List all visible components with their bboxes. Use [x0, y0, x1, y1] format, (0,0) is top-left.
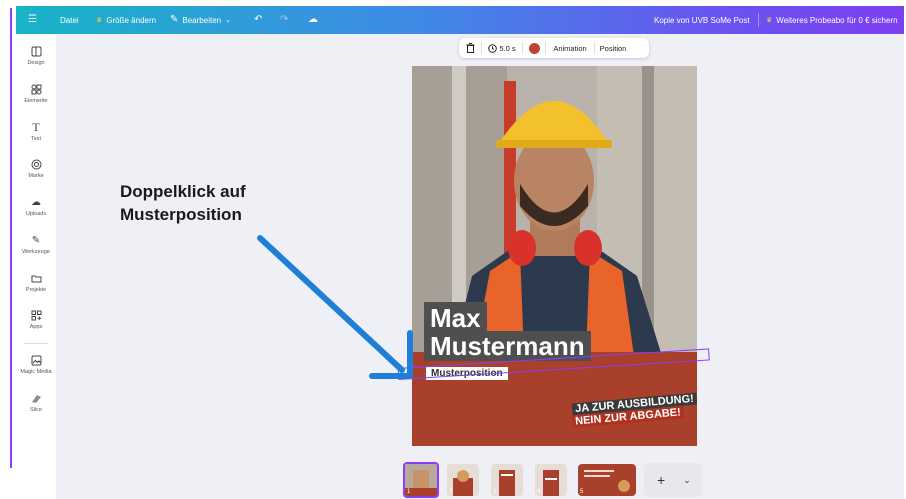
magic-media-icon [30, 354, 42, 366]
sidebar-label: Magic Media [20, 369, 52, 375]
add-page-button[interactable]: + ⌄ [644, 463, 702, 497]
sidebar-label: Werkzeuge [22, 249, 50, 255]
sidebar-item-tools[interactable]: ✎ Werkzeuge [16, 234, 56, 256]
animation-label: Animation [553, 43, 587, 53]
cloud-save-button[interactable]: ☁ [308, 6, 318, 34]
page-thumb-preview [578, 464, 636, 496]
pen-tool-icon: ✎ [31, 234, 41, 246]
annotation-line-1: Doppelklick auf [120, 182, 246, 201]
sidebar-label: Projekte [25, 287, 47, 293]
sidebar-item-projects[interactable]: Projekte [16, 272, 56, 293]
plus-icon: + [657, 472, 666, 488]
design-page[interactable]: Max Mustermann Musterposition JA ZUR AUS… [412, 66, 697, 446]
color-button[interactable] [523, 38, 545, 58]
menu-button[interactable]: ☰ [28, 6, 37, 34]
crown-icon: ♛ [96, 16, 103, 24]
page-number: 2 [449, 489, 453, 495]
slice-icon [30, 392, 42, 404]
page-number: 5 [580, 489, 584, 495]
sidebar-label: Marke [28, 173, 44, 179]
duration-button[interactable]: 5.0 s [482, 38, 522, 58]
sidebar-item-elements[interactable]: Elemente [16, 83, 56, 104]
sidebar-label: Elemente [24, 98, 48, 104]
sidebar-label: Slice [30, 407, 42, 413]
topbar-divider [758, 13, 759, 27]
page-number: 3 [493, 489, 497, 495]
position-label: Position [599, 43, 627, 53]
top-bar: ☰ Datei ♛ Größe ändern ✎ Bearbeiten ⌄ ↶ … [16, 6, 904, 34]
apps-icon [30, 309, 42, 321]
text-icon: T [32, 119, 40, 134]
sidebar-item-uploads[interactable]: ☁ Uploads [16, 196, 56, 218]
page-thumb[interactable]: 1 [403, 462, 439, 498]
sidebar-divider [24, 343, 48, 344]
page-number: 4 [537, 489, 541, 495]
sidebar: Design Elemente T Text Marke ☁ Uploads ✎… [16, 34, 56, 499]
annotation-line-2: Musterposition [120, 205, 242, 224]
file-label: Datei [60, 15, 79, 25]
redo-icon: ↷ [280, 14, 289, 25]
sidebar-item-brand[interactable]: Marke [16, 158, 56, 179]
undo-button[interactable]: ↶ [254, 6, 262, 34]
page-thumb[interactable]: 3 [491, 464, 523, 496]
sidebar-label: Design [27, 60, 45, 66]
edit-button[interactable]: ✎ Bearbeiten ⌄ [170, 6, 231, 34]
document-title-label: Kopie von UVB SoMe Post [654, 15, 750, 25]
name-line-1-box[interactable]: Max [424, 302, 487, 333]
sidebar-item-apps[interactable]: Apps [16, 309, 56, 330]
left-frame-line [10, 8, 12, 468]
document-title[interactable]: Kopie von UVB SoMe Post [654, 6, 750, 34]
trial-label: Weiteres Probeabo für 0 € sichern [776, 15, 898, 25]
chevron-down-icon: ⌄ [683, 474, 691, 485]
position-button[interactable]: Position [595, 38, 631, 58]
crown-icon: ♛ [766, 16, 773, 24]
sidebar-item-slice[interactable]: Slice [16, 392, 56, 413]
sidebar-item-design[interactable]: Design [16, 45, 56, 66]
layout-icon [30, 45, 42, 57]
instruction-annotation: Doppelklick auf Musterposition [120, 180, 246, 226]
animation-button[interactable]: Animation [546, 38, 594, 58]
page-thumb[interactable]: 5 [578, 464, 636, 496]
sidebar-label: Apps [29, 324, 43, 330]
chevron-down-icon: ⌄ [225, 16, 231, 24]
clock-icon [488, 43, 498, 53]
cloud-check-icon: ☁ [308, 14, 318, 25]
color-swatch [528, 42, 540, 54]
element-toolbar: 5.0 s Animation Position [459, 38, 649, 58]
left-frame [0, 0, 16, 499]
sidebar-item-magic-media[interactable]: Magic Media [16, 354, 56, 375]
delete-button[interactable] [459, 38, 481, 58]
slogan[interactable]: JA ZUR AUSBILDUNG! NEIN ZUR ABGABE! [571, 392, 697, 428]
name-line-1: Max [430, 303, 481, 333]
folder-icon [30, 272, 42, 284]
trash-icon [466, 43, 474, 53]
sidebar-label: Text [30, 136, 42, 142]
file-menu[interactable]: Datei [60, 6, 79, 34]
cloud-upload-icon: ☁ [31, 196, 41, 208]
brand-icon [30, 158, 42, 170]
page-number: 1 [407, 489, 411, 495]
page-thumb[interactable]: 4 [535, 464, 567, 496]
edit-label: Bearbeiten [182, 15, 222, 25]
duration-label: 5.0 s [499, 43, 516, 53]
undo-icon: ↶ [254, 14, 263, 25]
resize-label: Größe ändern [106, 15, 157, 25]
resize-button[interactable]: ♛ Größe ändern [96, 6, 156, 34]
pencil-icon: ✎ [170, 14, 179, 25]
shapes-icon [30, 83, 42, 95]
redo-button[interactable]: ↷ [280, 6, 288, 34]
menu-icon: ☰ [28, 14, 37, 25]
sidebar-item-text[interactable]: T Text [16, 119, 56, 143]
sidebar-label: Uploads [25, 211, 47, 217]
trial-button[interactable]: ♛ Weiteres Probeabo für 0 € sichern [766, 6, 898, 34]
page-thumb[interactable]: 2 [447, 464, 479, 496]
